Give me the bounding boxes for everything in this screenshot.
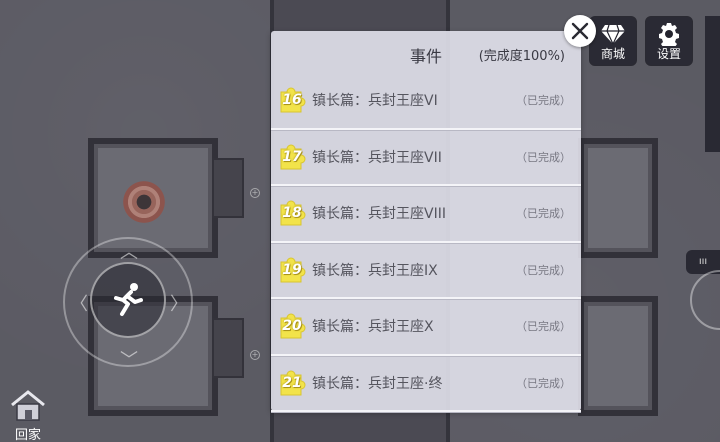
chevron-down-icon: ﹀ [120, 350, 138, 371]
puzzle-piece-icon: 19 [277, 255, 307, 285]
chevron-right-icon: 〉 [170, 294, 188, 315]
event-dialog: 事件 (完成度100%) 16 镇长篇：兵封王座VI （已完成） 17 镇长篇：… [271, 31, 581, 413]
event-title: 镇长篇：兵封王座VI [312, 93, 438, 109]
event-title: 镇长篇：兵封王座VII [312, 149, 442, 166]
event-item[interactable]: 18 镇长篇：兵封王座VIII （已完成） [271, 186, 581, 243]
event-number: 19 [282, 261, 302, 278]
event-item[interactable]: 17 镇长篇：兵封王座VII （已完成） [271, 130, 581, 187]
event-title: 镇长篇：兵封王座IX [312, 262, 438, 279]
event-title: 镇长篇：兵封王座VIII [312, 206, 446, 222]
puzzle-piece-icon: 17 [277, 142, 307, 172]
event-item[interactable]: 16 镇长篇：兵封王座VI （已完成） [271, 73, 581, 130]
joystick-knob[interactable] [90, 262, 166, 338]
event-number: 17 [282, 148, 302, 165]
event-status: （已完成） [516, 94, 571, 107]
event-item[interactable]: 19 镇长篇：兵封王座IX （已完成） [271, 243, 581, 300]
event-number: 16 [282, 92, 302, 108]
side-panel-tab[interactable] [705, 16, 720, 152]
puzzle-piece-icon: 16 [277, 85, 307, 115]
shop-button[interactable]: 商城 [589, 16, 637, 66]
settings-button[interactable]: 设置 [645, 16, 693, 66]
completion-progress: (完成度100%) [478, 49, 565, 64]
diamond-icon [601, 24, 625, 45]
puzzle-piece-icon: 18 [277, 198, 307, 228]
event-status: （已完成） [516, 263, 571, 277]
event-status: （已完成） [516, 376, 571, 390]
settings-label: 设置 [656, 47, 681, 61]
event-number: 21 [282, 374, 302, 391]
event-status: （已完成） [516, 207, 571, 220]
event-title: 镇长篇：兵封王座·终 [312, 375, 443, 392]
running-man-icon [114, 283, 143, 316]
event-title: 镇长篇：兵封王座X [312, 319, 434, 335]
event-number: 18 [282, 205, 302, 221]
gear-icon [659, 23, 679, 49]
house-icon [11, 390, 45, 421]
home-label: 回家 [14, 428, 41, 442]
puzzle-piece-icon: 20 [277, 311, 307, 341]
event-status: （已完成） [516, 150, 571, 164]
event-number: 20 [282, 318, 302, 334]
chevron-up-icon: ︿ [120, 242, 138, 263]
event-status: （已完成） [516, 320, 571, 333]
close-button[interactable] [564, 15, 596, 47]
event-list: 16 镇长篇：兵封王座VI （已完成） 17 镇长篇：兵封王座VII （已完成）… [271, 73, 581, 413]
close-icon [571, 22, 589, 40]
home-button[interactable]: 回家 [4, 388, 52, 442]
event-item[interactable]: 21 镇长篇：兵封王座·终 （已完成） [271, 356, 581, 413]
chevron-left-icon: 〈 [70, 294, 88, 315]
event-item[interactable]: 20 镇长篇：兵封王座X （已完成） [271, 299, 581, 356]
shop-label: 商城 [600, 47, 625, 61]
puzzle-piece-icon: 21 [277, 368, 307, 398]
